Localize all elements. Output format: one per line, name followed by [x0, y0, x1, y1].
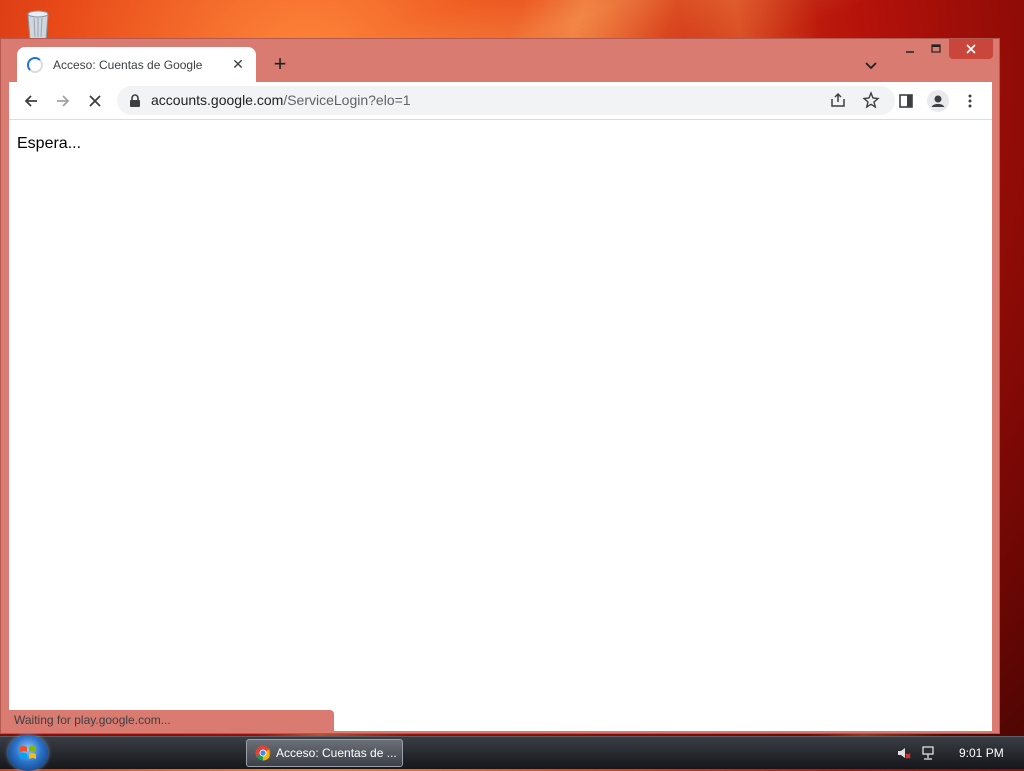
minimize-button[interactable] [897, 39, 923, 59]
profile-button[interactable] [925, 88, 951, 114]
star-icon [862, 91, 880, 109]
browser-window: Acceso: Cuentas de Google ✕ + accounts.g… [0, 38, 1000, 734]
minimize-icon [906, 51, 914, 53]
clock[interactable]: 9:01 PM [959, 746, 1004, 760]
status-bubble: Waiting for play.google.com... [9, 710, 334, 731]
forward-button[interactable] [50, 88, 76, 114]
url-path: /ServiceLogin?elo=1 [283, 92, 411, 108]
windows-logo-icon [20, 746, 36, 759]
maximize-icon [931, 44, 941, 53]
close-icon [89, 95, 101, 107]
menu-button[interactable] [957, 88, 983, 114]
url-host: accounts.google.com [151, 92, 284, 108]
maximize-button[interactable] [923, 39, 949, 59]
network-icon[interactable] [920, 745, 936, 766]
bookmark-button[interactable] [858, 87, 884, 113]
new-tab-button[interactable]: + [268, 53, 292, 77]
loading-message: Espera... [17, 135, 82, 152]
stop-loading-button[interactable] [82, 88, 108, 114]
tab-active[interactable]: Acceso: Cuentas de Google ✕ [17, 47, 256, 82]
lock-icon[interactable] [129, 94, 141, 108]
taskbar: Acceso: Cuentas de ... 9:01 PM [0, 735, 1024, 771]
tab-search-button[interactable] [861, 55, 881, 75]
loading-spinner-icon [27, 56, 43, 73]
close-window-button[interactable] [949, 39, 993, 59]
more-vert-icon [968, 94, 972, 108]
side-panel-button[interactable] [893, 88, 919, 114]
share-button[interactable] [825, 87, 851, 113]
volume-muted-icon[interactable] [896, 745, 912, 766]
arrow-right-icon [57, 95, 70, 107]
address-bar[interactable]: accounts.google.com/ServiceLogin?elo=1 [117, 86, 895, 115]
chrome-icon [255, 745, 271, 761]
browser-toolbar: accounts.google.com/ServiceLogin?elo=1 [9, 82, 992, 120]
url-text[interactable]: accounts.google.com/ServiceLogin?elo=1 [151, 92, 411, 108]
start-button[interactable] [8, 735, 48, 771]
window-controls [897, 39, 993, 59]
side-panel-icon [899, 94, 913, 108]
tab-close-button[interactable]: ✕ [230, 56, 246, 73]
arrow-left-icon [24, 95, 37, 107]
taskbar-item-label: Acceso: Cuentas de ... [276, 746, 397, 760]
taskbar-chrome-item[interactable]: Acceso: Cuentas de ... [246, 739, 403, 767]
system-tray [896, 745, 936, 766]
recycle-bin-icon[interactable] [20, 6, 56, 42]
tab-strip: Acceso: Cuentas de Google ✕ + [1, 39, 999, 82]
share-icon [831, 92, 845, 107]
avatar-icon [927, 90, 949, 112]
page-content: Espera... [9, 120, 992, 731]
close-icon [966, 44, 976, 54]
back-button[interactable] [18, 88, 44, 114]
chevron-down-icon [865, 62, 877, 70]
tab-title: Acceso: Cuentas de Google [53, 57, 203, 72]
